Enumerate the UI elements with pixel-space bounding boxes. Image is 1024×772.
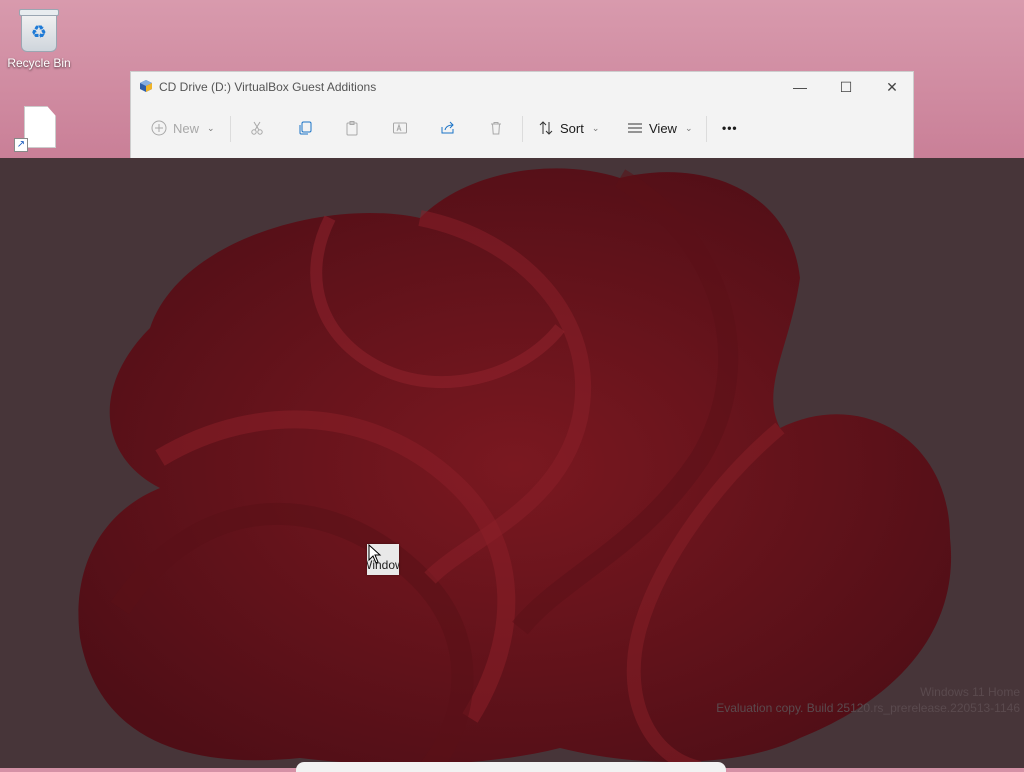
trash-icon [491, 122, 501, 135]
rename-icon [393, 122, 407, 134]
sort-icon [539, 121, 553, 135]
file-shortcut-icon [24, 106, 56, 148]
chevron-down-icon: ⌄ [207, 122, 215, 133]
maximize-button[interactable]: ☐ [823, 72, 869, 102]
bloom-wallpaper [78, 168, 952, 768]
sort-label: Sort [560, 120, 584, 136]
file-explorer-window: CD Drive (D:) VirtualBox Guest Additions… [130, 71, 914, 158]
command-bar: New ⌄ Sort ⌄ View ⌄ ••• [131, 110, 913, 150]
dimmed-desktop-overlay: Windows 11 Home Evaluation copy. Build 2… [0, 158, 1024, 768]
watermark-line1: Windows 11 Home [920, 685, 1020, 699]
plus-circle-icon [151, 120, 167, 136]
share-button[interactable] [440, 110, 456, 146]
shortcut-arrow-icon: ↗ [14, 138, 28, 152]
more-options-button[interactable]: ••• [722, 110, 738, 146]
clipboard-icon [346, 121, 358, 136]
view-button[interactable]: View ⌄ [627, 110, 693, 146]
copy-icon [299, 121, 312, 135]
window-title: CD Drive (D:) VirtualBox Guest Additions [159, 80, 377, 94]
chevron-down-icon: ⌄ [591, 122, 600, 133]
new-label: New [173, 120, 200, 136]
toolbar-divider [706, 116, 707, 142]
chevron-down-icon: ⌄ [684, 122, 693, 133]
title-bar[interactable]: CD Drive (D:) VirtualBox Guest Additions… [131, 72, 913, 102]
rename-button[interactable] [392, 110, 408, 146]
mouse-cursor-icon [368, 544, 382, 564]
virtualbox-icon [140, 80, 152, 92]
recycle-bin-label: Recycle Bin [7, 56, 71, 70]
toolbar-divider [522, 116, 523, 142]
sort-button[interactable]: Sort ⌄ [538, 110, 599, 146]
windows-watermark: Windows 11 Home Evaluation copy. Build 2… [716, 684, 1020, 716]
copy-button[interactable] [297, 110, 313, 146]
view-label: View [649, 120, 677, 136]
share-icon [441, 121, 454, 134]
watermark-line2: Evaluation copy. Build 25120.rs_prerelea… [716, 701, 1020, 715]
paste-button[interactable] [344, 110, 360, 146]
close-button[interactable]: ✕ [869, 72, 915, 102]
snap-layout-bar [296, 762, 726, 772]
recycle-bin-shortcut[interactable]: ♻ Recycle Bin [1, 4, 77, 70]
view-list-icon [628, 123, 642, 133]
new-button[interactable]: New ⌄ [151, 110, 215, 146]
minimize-button[interactable]: — [777, 72, 823, 102]
scissors-icon [251, 121, 263, 135]
cut-button[interactable] [249, 110, 265, 146]
recycle-bin-icon: ♻ [19, 9, 59, 52]
toolbar-divider [230, 116, 231, 142]
delete-button[interactable] [488, 110, 504, 146]
